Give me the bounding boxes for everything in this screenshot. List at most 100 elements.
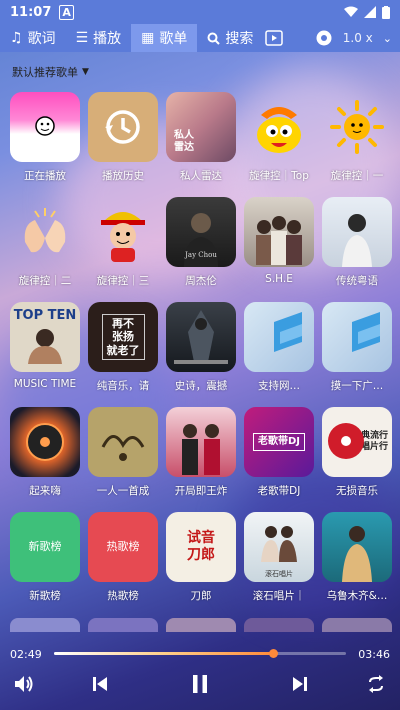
playlist-item[interactable]: 旋律控｜三 [84, 197, 162, 288]
vinyl-record-icon [328, 423, 364, 459]
status-bar: 11:07 A [0, 0, 400, 24]
playlist-item[interactable]: 私人 雷达 私人雷达 [162, 92, 240, 183]
signal-icon [364, 6, 376, 18]
playlist-item[interactable]: Jay Chou 周杰伦 [162, 197, 240, 288]
playlist-item[interactable]: 摸一下广… [318, 302, 396, 393]
pause-button[interactable] [188, 672, 212, 696]
playlist-label: 正在播放 [24, 170, 66, 182]
playlist-label: MUSIC TIME [13, 378, 77, 390]
playlist-item[interactable]: 史诗，震撼 [162, 302, 240, 393]
playlist-cover: 老歌带DJ [244, 407, 314, 477]
notification-icon: A [59, 4, 74, 20]
search-icon [207, 32, 221, 45]
repeat-button[interactable] [364, 672, 388, 696]
current-time: 02:49 [10, 648, 42, 661]
cover-text: 滚石唱片 [265, 569, 293, 578]
playlist-label: 开局即王炸 [174, 485, 228, 497]
playlist-item[interactable]: 支持网… [240, 302, 318, 393]
playlist-item[interactable]: 热歌榜 热歌榜 [84, 512, 162, 603]
playlist-label: 私人雷达 [180, 170, 222, 182]
playlist-source-label: 默认推荐歌单 [12, 66, 78, 79]
abstract-cover [352, 312, 380, 352]
playlist-item[interactable]: 新歌榜 新歌榜 [6, 512, 84, 603]
cover-text: 新歌榜 [28, 540, 62, 554]
playlist-cover [166, 302, 236, 372]
wifi-icon [344, 6, 358, 17]
playlist-item[interactable]: 起来嗨 [6, 407, 84, 498]
playlist-cover: 经典流行 唱片行 [322, 407, 392, 477]
abstract-cover [274, 312, 302, 352]
playlist-label: 周杰伦 [185, 275, 217, 287]
playlist-label: 热歌榜 [107, 590, 139, 602]
playlist-cover: Jay Chou [166, 197, 236, 267]
playlist-item[interactable]: 正在播放 [6, 92, 84, 183]
playlist-item[interactable]: 老歌带DJ 老歌带DJ [240, 407, 318, 498]
playlist-cover [166, 407, 236, 477]
tab-search[interactable]: 搜索 [197, 24, 263, 52]
playlist-cover [10, 197, 80, 267]
top-toolbar: ♫ 歌词 ☰ 播放 ▦ 歌单 搜索 1.0 x ⌄ [0, 24, 400, 52]
tab-playlists[interactable]: ▦ 歌单 [131, 24, 198, 52]
tab-play[interactable]: ☰ 播放 [66, 24, 132, 52]
playlist-item[interactable]: 试音 刀郎 刀郎 [162, 512, 240, 603]
yellow-mascot-icon [257, 107, 301, 153]
playlist-cover: 滚石唱片 [244, 512, 314, 582]
playlist-cover [322, 302, 392, 372]
vinyl-record-icon [26, 423, 64, 461]
progress-bar[interactable] [54, 649, 346, 658]
pirate-character-icon [101, 212, 145, 262]
playlist-item[interactable]: 旋律控｜Top [240, 92, 318, 183]
playlist-item[interactable]: 开局即王炸 [162, 407, 240, 498]
cover-text: TOP TEN [13, 308, 77, 323]
playlist-cover [88, 197, 158, 267]
playlist-cover [244, 302, 314, 372]
tab-label: 搜索 [225, 31, 254, 47]
singer-photo [342, 214, 372, 267]
previous-button[interactable] [88, 672, 112, 696]
caret-down-icon: ▼ [82, 67, 89, 77]
playlist-item[interactable]: 滚石唱片 滚石唱片｜ [240, 512, 318, 603]
settings-gear-icon[interactable] [315, 29, 333, 47]
chevron-down-icon[interactable]: ⌄ [383, 32, 392, 45]
video-icon[interactable] [265, 30, 283, 46]
playlist-item[interactable]: S.H.E [240, 197, 318, 288]
playlist-label: 播放历史 [102, 170, 144, 182]
cover-text: 试音 刀郎 [187, 530, 215, 563]
tab-label: 歌单 [159, 31, 188, 47]
playlist-label: 旋律控｜二 [18, 275, 72, 287]
tab-label: 歌词 [27, 31, 56, 47]
progress-thumb[interactable] [269, 649, 278, 658]
playlist-cover [322, 197, 392, 267]
playlist-label: 传统粤语 [336, 275, 378, 287]
skip-previous-icon [93, 677, 107, 691]
playlist-item[interactable]: 旋律控｜二 [6, 197, 84, 288]
pause-icon [193, 675, 207, 693]
group-photo [182, 424, 220, 475]
playlist-cover [244, 92, 314, 162]
playlist-label: 滚石唱片｜ [252, 590, 306, 602]
playlist-item[interactable]: 经典流行 唱片行 无损音乐 [318, 407, 396, 498]
next-button[interactable] [288, 672, 312, 696]
playlist-cover: 试音 刀郎 [166, 512, 236, 582]
next-row-peek [10, 618, 394, 632]
playlist-cover [88, 92, 158, 162]
playlist-item[interactable]: TOP TEN MUSIC TIME [6, 302, 84, 393]
playlist-item[interactable]: 乌鲁木齐&… [318, 512, 396, 603]
playlist-item[interactable]: 再不 张扬 就老了 纯音乐，请 [84, 302, 162, 393]
volume-button[interactable] [12, 672, 36, 696]
playback-speed[interactable]: 1.0 x [343, 31, 373, 45]
cover-text: 老歌带DJ [252, 433, 306, 451]
playlist-item[interactable]: 一人一首成 [84, 407, 162, 498]
playlist-cover [10, 407, 80, 477]
playlist-item[interactable]: 播放历史 [84, 92, 162, 183]
playlist-label: 旋律控｜三 [96, 275, 150, 287]
volume-icon [15, 676, 33, 692]
clapping-hands-icon [24, 208, 66, 253]
playlist-item[interactable]: 传统粤语 [318, 197, 396, 288]
playlist-item[interactable]: 旋律控｜一 [318, 92, 396, 183]
singer-photo [28, 328, 62, 364]
group-photo [256, 216, 302, 265]
playlist-source-dropdown[interactable]: 默认推荐歌单 ▼ [12, 64, 89, 80]
playlist-label: 摸一下广… [330, 380, 384, 392]
tab-lyrics[interactable]: ♫ 歌词 [0, 24, 66, 52]
